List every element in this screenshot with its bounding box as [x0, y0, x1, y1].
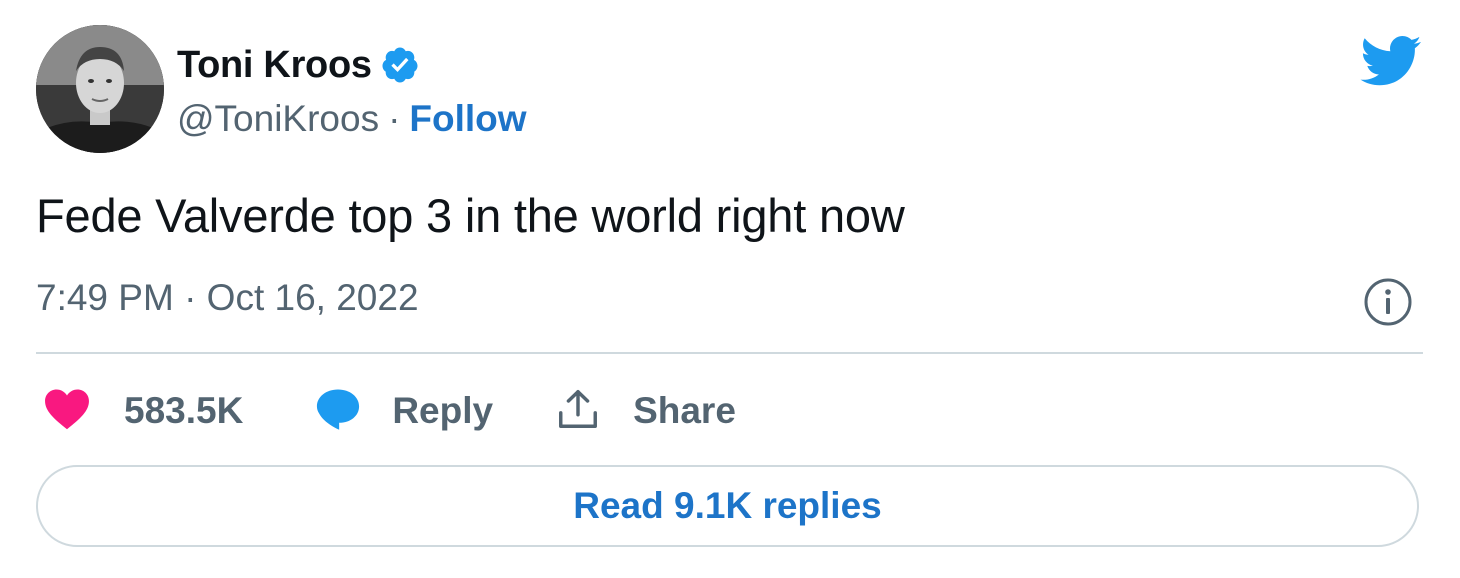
reply-label: Reply: [392, 390, 494, 431]
share-label: Share: [633, 390, 736, 431]
like-button[interactable]: 583.5K: [44, 388, 243, 435]
tweet-actions: 583.5K Reply Share: [44, 385, 736, 437]
divider: [36, 352, 1423, 354]
like-count: 583.5K: [124, 390, 244, 431]
author-name[interactable]: Toni Kroos: [177, 44, 372, 87]
avatar[interactable]: [36, 25, 164, 153]
author-name-row: Toni Kroos: [177, 40, 420, 90]
speech-bubble-icon: [315, 386, 361, 437]
reply-button[interactable]: Reply: [315, 386, 493, 437]
info-icon[interactable]: [1363, 277, 1413, 327]
handle-separator: ·: [388, 98, 401, 139]
tweet-embed-card: Toni Kroos @ToniKroos · Follow Fede Valv…: [0, 0, 1460, 578]
verified-badge-icon: [380, 45, 420, 85]
twitter-bird-icon[interactable]: [1358, 34, 1422, 86]
heart-icon: [44, 388, 90, 435]
tweet-timestamp[interactable]: 7:49 PM · Oct 16, 2022: [36, 277, 419, 319]
author-handle-row: @ToniKroos · Follow: [177, 95, 527, 143]
author-handle[interactable]: @ToniKroos: [177, 98, 379, 140]
read-replies-button[interactable]: Read 9.1K replies: [36, 465, 1419, 547]
read-replies-label: Read 9.1K replies: [573, 485, 882, 526]
share-upload-icon: [555, 386, 601, 437]
share-button[interactable]: Share: [555, 386, 736, 437]
follow-link[interactable]: Follow: [409, 98, 526, 140]
tweet-text: Fede Valverde top 3 in the world right n…: [36, 189, 905, 242]
